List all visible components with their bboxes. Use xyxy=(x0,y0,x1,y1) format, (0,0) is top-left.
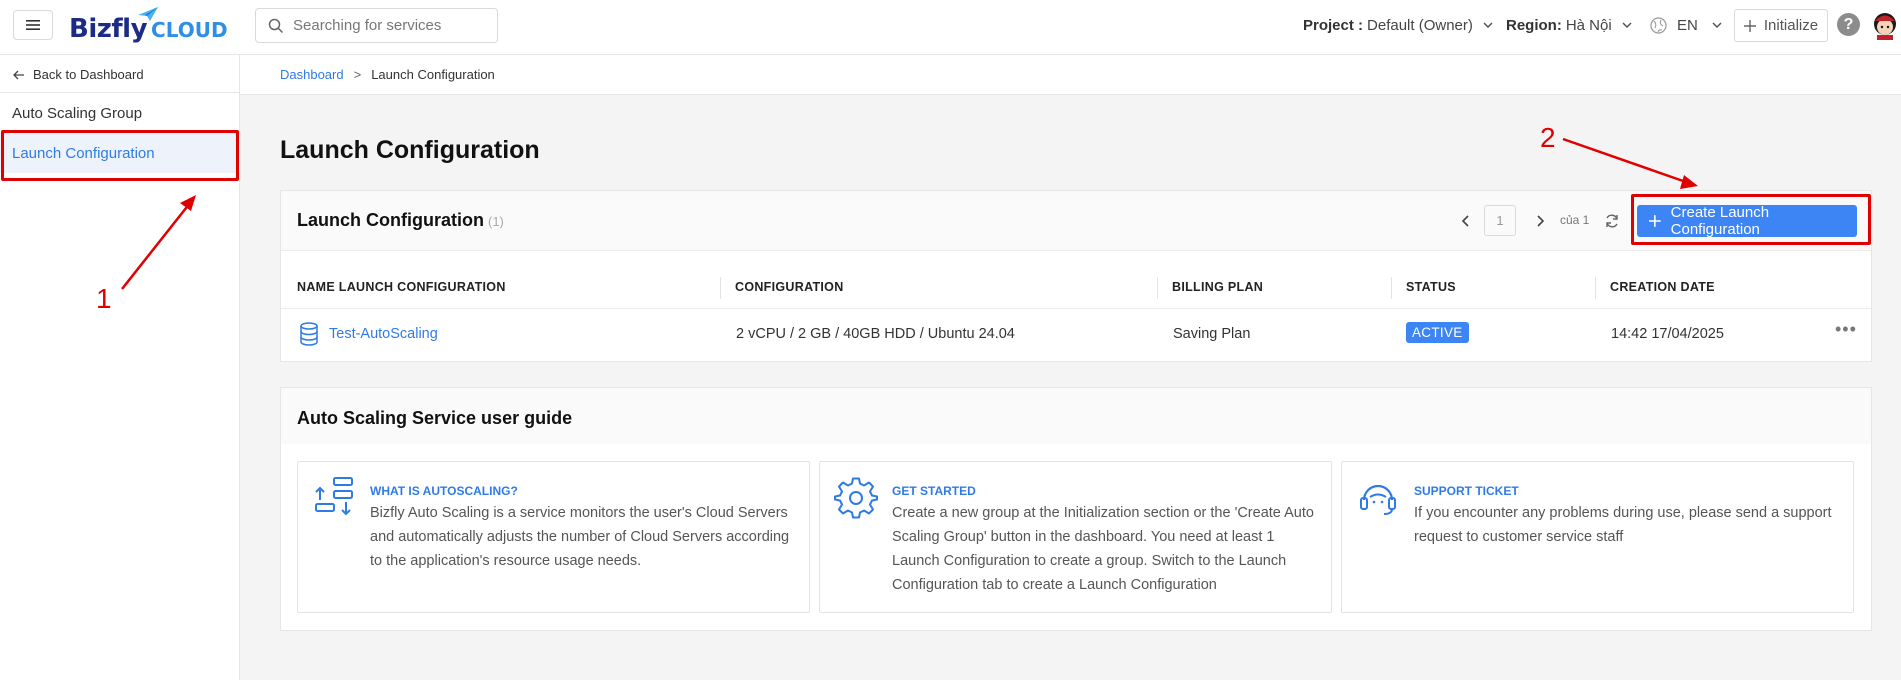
annotation-arrows xyxy=(121,137,1698,290)
annotation-arrow-1 xyxy=(121,195,196,290)
annotation-arrow-2 xyxy=(1562,137,1698,189)
